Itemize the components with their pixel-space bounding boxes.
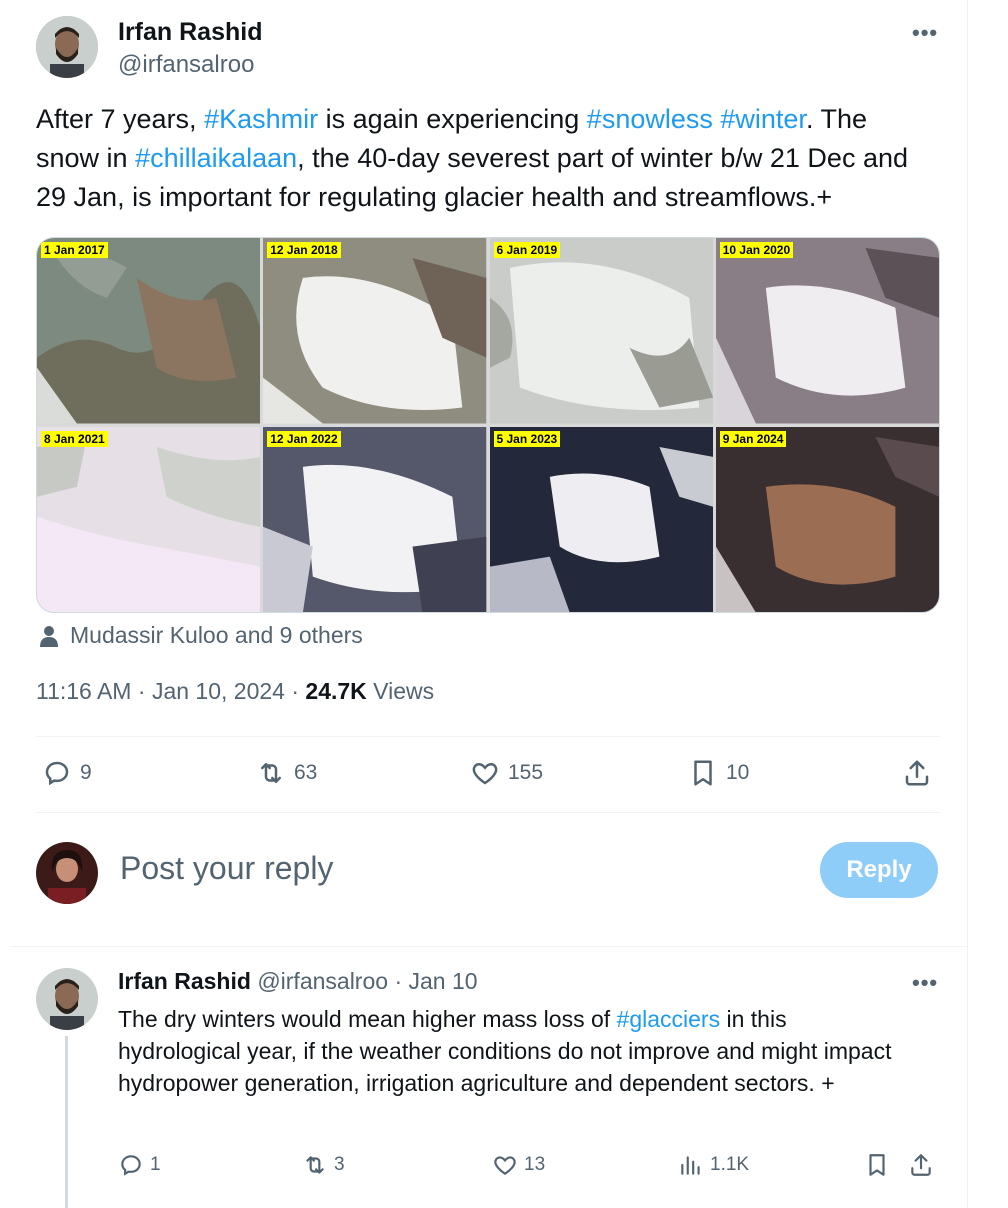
reply-icon bbox=[121, 1155, 141, 1176]
analytics-icon bbox=[681, 1156, 700, 1175]
post-detail-column: Irfan Rashid @irfansalroo ••• After 7 ye… bbox=[0, 0, 968, 1208]
reply-author-name[interactable]: Irfan Rashid bbox=[118, 968, 251, 994]
image-date-label: 1 Jan 2017 bbox=[41, 242, 108, 258]
share-icon bbox=[905, 760, 929, 786]
divider bbox=[36, 812, 940, 813]
post-text-segment: After 7 years, bbox=[36, 104, 205, 134]
repost-action[interactable]: 63 bbox=[256, 758, 317, 788]
image-date-label: 5 Jan 2023 bbox=[493, 430, 561, 447]
reply-repost-action[interactable]: 3 bbox=[302, 1152, 345, 1178]
author-name[interactable]: Irfan Rashid bbox=[118, 18, 262, 47]
tagged-people[interactable]: Mudassir Kuloo and 9 others bbox=[38, 622, 363, 649]
image-date-label: 10 Jan 2020 bbox=[719, 242, 794, 258]
post-text-segment: is again experiencing bbox=[318, 104, 587, 134]
satellite-image-2019[interactable]: 6 Jan 2019 bbox=[489, 238, 713, 424]
image-date-label: 8 Jan 2021 bbox=[41, 430, 108, 447]
reply-header: Irfan Rashid @irfansalroo · Jan 10 bbox=[118, 968, 478, 994]
like-count: 155 bbox=[508, 761, 544, 784]
image-date-label: 12 Jan 2018 bbox=[267, 242, 341, 258]
current-user-avatar[interactable] bbox=[36, 842, 98, 904]
views-label: Views bbox=[373, 678, 435, 704]
satellite-image-2021[interactable]: 8 Jan 2021 bbox=[37, 426, 261, 612]
author-avatar[interactable] bbox=[36, 16, 98, 78]
hashtag-link[interactable]: #Kashmir bbox=[204, 104, 318, 134]
satellite-image-2022[interactable]: 12 Jan 2022 bbox=[263, 426, 487, 612]
repost-icon bbox=[261, 763, 281, 783]
satellite-image-2024[interactable]: 9 Jan 2024 bbox=[715, 426, 939, 612]
image-date-label: 9 Jan 2024 bbox=[719, 430, 787, 447]
image-date-label: 6 Jan 2019 bbox=[493, 242, 561, 258]
views-count: 24.7K bbox=[305, 678, 367, 704]
heart-icon bbox=[494, 1156, 516, 1175]
hashtag-link[interactable]: #winter bbox=[720, 104, 806, 134]
hashtag-link[interactable]: #snowless bbox=[587, 104, 713, 134]
person-icon bbox=[40, 625, 58, 647]
like-action[interactable]: 155 bbox=[470, 758, 543, 788]
reply-count: 1 bbox=[150, 1154, 161, 1175]
repost-icon bbox=[306, 1156, 324, 1174]
post-meta: 11:16 AM · Jan 10, 2024 · 24.7K Views bbox=[36, 678, 435, 704]
post-time[interactable]: 11:16 AM bbox=[36, 678, 131, 704]
divider bbox=[10, 946, 968, 947]
post-actions: 9 63 155 10 bbox=[36, 752, 940, 796]
bookmark-count: 10 bbox=[726, 761, 750, 784]
reply-views-action[interactable]: 1.1K bbox=[678, 1152, 749, 1178]
post-date[interactable]: Jan 10, 2024 bbox=[152, 678, 285, 704]
thread-connector bbox=[65, 1036, 68, 1208]
satellite-image-2018[interactable]: 12 Jan 2018 bbox=[263, 238, 487, 424]
divider bbox=[36, 736, 940, 737]
author-handle[interactable]: @irfansalroo bbox=[118, 51, 262, 79]
more-options-icon[interactable]: ••• bbox=[912, 20, 938, 46]
reply-like-action[interactable]: 13 bbox=[492, 1152, 545, 1178]
reply-input[interactable]: Post your reply bbox=[120, 850, 333, 887]
satellite-image-grid[interactable]: 1 Jan 2017 12 Jan 2018 6 Jan 2019 10 Jan… bbox=[36, 237, 940, 613]
satellite-image-2017[interactable]: 1 Jan 2017 bbox=[37, 238, 261, 424]
reply-author-avatar[interactable] bbox=[36, 968, 98, 1030]
post-text: After 7 years, #Kashmir is again experie… bbox=[36, 100, 936, 217]
bookmark-icon bbox=[694, 760, 712, 786]
reply-author-handle[interactable]: @irfansalroo bbox=[257, 968, 388, 994]
reply-actions: 1 3 13 1.1K bbox=[118, 1148, 938, 1184]
reply-bookmark-action[interactable] bbox=[864, 1152, 890, 1178]
hashtag-link[interactable]: #chillaikalaan bbox=[135, 143, 297, 173]
reply-action[interactable]: 9 bbox=[42, 758, 92, 788]
reply-count: 9 bbox=[80, 761, 92, 784]
repost-count: 63 bbox=[294, 761, 318, 784]
share-action[interactable] bbox=[902, 758, 932, 788]
satellite-image-2023[interactable]: 5 Jan 2023 bbox=[489, 426, 713, 612]
author-info: Irfan Rashid @irfansalroo bbox=[118, 18, 262, 79]
reply-icon bbox=[45, 761, 69, 786]
bookmark-action[interactable]: 10 bbox=[688, 758, 749, 788]
heart-icon bbox=[472, 762, 498, 785]
repost-count: 3 bbox=[334, 1154, 345, 1175]
image-date-label: 12 Jan 2022 bbox=[267, 430, 341, 447]
reply-more-options-icon[interactable]: ••• bbox=[912, 970, 938, 996]
reply-date[interactable]: Jan 10 bbox=[409, 968, 478, 994]
reply-button[interactable]: Reply bbox=[820, 842, 938, 898]
share-icon bbox=[911, 1154, 931, 1176]
bookmark-icon bbox=[869, 1154, 885, 1176]
views-count: 1.1K bbox=[710, 1154, 750, 1175]
tagged-people-label: Mudassir Kuloo and 9 others bbox=[70, 622, 363, 648]
hashtag-link[interactable]: #glacciers bbox=[617, 1006, 721, 1032]
satellite-image-2020[interactable]: 10 Jan 2020 bbox=[715, 238, 939, 424]
reply-text: The dry winters would mean higher mass l… bbox=[118, 1006, 892, 1096]
reply-reply-action[interactable]: 1 bbox=[118, 1152, 161, 1178]
reply-share-action[interactable] bbox=[908, 1152, 934, 1178]
like-count: 13 bbox=[524, 1154, 546, 1175]
